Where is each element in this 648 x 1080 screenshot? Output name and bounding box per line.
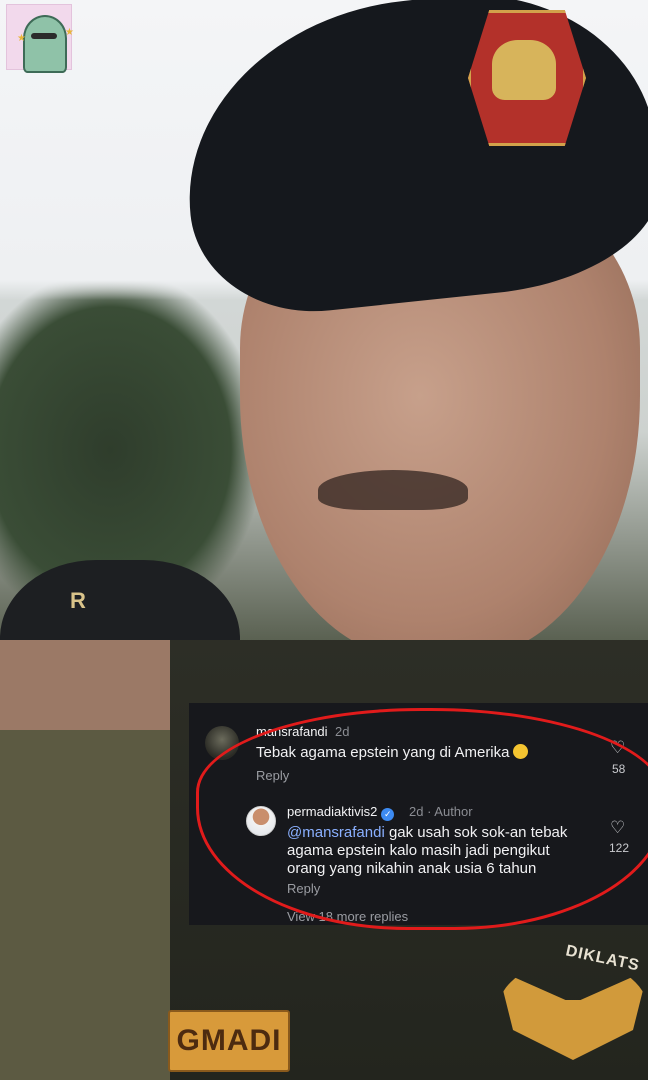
reply-text: @mansrafandi gak usah sok sok-an tebak a… [287,824,587,878]
beret-badge-emblem [492,40,556,100]
laughing-emoji-icon [513,744,529,759]
mention-link[interactable]: @mansrafandi [287,824,385,841]
reply-username[interactable]: permadiaktivis2 ✓ [287,804,395,821]
verified-badge-icon: ✓ [381,808,395,821]
mustache [318,470,468,510]
comment-text: Tebak agama epstein yang di Amerika [256,744,529,761]
sticker-eyes [31,33,57,39]
author-avatar[interactable] [246,806,276,836]
like-count: 122 [609,841,630,855]
comment-username[interactable]: mansrafandi [256,724,328,739]
heart-icon[interactable]: ♡ [610,738,625,758]
reply-meta: 2d · Author [409,804,473,819]
heart-icon[interactable]: ♡ [610,818,625,838]
reply-button[interactable]: Reply [287,881,320,896]
sticker-avatar: ★ ★ [6,4,74,73]
reply-button[interactable]: Reply [256,768,289,783]
star-icon: ★ [17,33,26,44]
cap-lettering: R [70,588,87,613]
name-patch: GMADI [168,1010,290,1072]
view-more-replies-link[interactable]: View 18 more replies [287,909,408,924]
star-icon: ★ [65,27,74,38]
like-count: 58 [612,762,626,776]
commenter-avatar[interactable] [205,726,239,760]
sticker-character [23,15,67,73]
comment-body: Tebak agama epstein yang di Amerika [256,744,510,761]
comment-age: 2d [335,724,350,739]
reply-username-text: permadiaktivis2 [287,804,378,819]
